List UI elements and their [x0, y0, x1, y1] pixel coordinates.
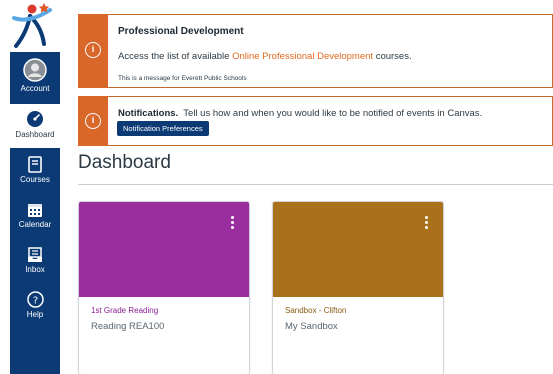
notif-body: Tell us how and when you would like to b… [183, 108, 483, 119]
help-icon: ? [26, 291, 44, 308]
nav-account-label: Account [20, 84, 50, 93]
courses-book-icon [28, 156, 42, 173]
course-card-title[interactable]: Sandbox - Clifton [285, 306, 346, 315]
title-divider [78, 184, 553, 185]
dashboard-gauge-icon [27, 111, 43, 127]
course-card-subtitle: My Sandbox [285, 321, 338, 332]
pd-small-note: This is a message for Everett Public Sch… [118, 75, 247, 82]
svg-text:?: ? [32, 295, 37, 306]
course-card-title[interactable]: 1st Grade Reading [91, 306, 158, 315]
page-title: Dashboard [78, 152, 171, 173]
nav-courses[interactable]: Courses [10, 156, 60, 192]
banner-accent-stripe: i [78, 96, 108, 146]
nav-help-label: Help [26, 310, 44, 319]
notif-text: Notifications. Tell us how and when you … [118, 108, 482, 119]
card-options-icon[interactable] [231, 216, 235, 231]
notification-preferences-button[interactable]: Notification Preferences [117, 121, 209, 136]
pd-announcement: i Professional Development Access the li… [78, 14, 553, 88]
banner-accent-stripe: i [78, 14, 108, 88]
global-nav-menu: Account Dashboard Courses Calendar Inbox… [10, 52, 60, 374]
pd-text: Access the list of available Online Prof… [118, 51, 412, 62]
info-icon: i [85, 113, 101, 129]
nav-dashboard[interactable]: Dashboard [10, 104, 60, 148]
pd-text-before: Access the list of available [118, 51, 233, 62]
nav-calendar[interactable]: Calendar [10, 202, 60, 238]
global-nav: Account Dashboard Courses Calendar Inbox… [10, 0, 60, 374]
card-options-icon[interactable] [425, 216, 429, 231]
logo-icon [12, 3, 52, 48]
course-card-subtitle: Reading REA100 [91, 321, 165, 332]
pd-text-after: courses. [373, 51, 412, 62]
info-icon: i [85, 42, 101, 58]
nav-inbox-label: Inbox [25, 265, 45, 274]
nav-dashboard-label: Dashboard [15, 130, 55, 139]
nav-calendar-label: Calendar [18, 220, 52, 229]
calendar-icon [28, 204, 42, 217]
course-card[interactable]: Sandbox - Clifton My Sandbox [272, 201, 444, 374]
notif-title: Notifications. [118, 108, 179, 119]
course-card-hero[interactable] [273, 202, 443, 297]
pd-link[interactable]: Online Professional Development [232, 51, 373, 62]
pd-title: Professional Development [118, 26, 244, 37]
inbox-icon [28, 247, 42, 262]
account-avatar-icon [23, 58, 47, 82]
nav-account[interactable]: Account [10, 58, 60, 100]
canvas-app: Account Dashboard Courses Calendar Inbox… [0, 0, 553, 374]
nav-courses-label: Courses [20, 175, 50, 184]
nav-inbox[interactable]: Inbox [10, 247, 60, 283]
school-logo[interactable] [10, 0, 60, 52]
nav-help[interactable]: ? Help [10, 291, 60, 327]
course-card[interactable]: 1st Grade Reading Reading REA100 [78, 201, 250, 374]
course-card-hero[interactable] [79, 202, 249, 297]
